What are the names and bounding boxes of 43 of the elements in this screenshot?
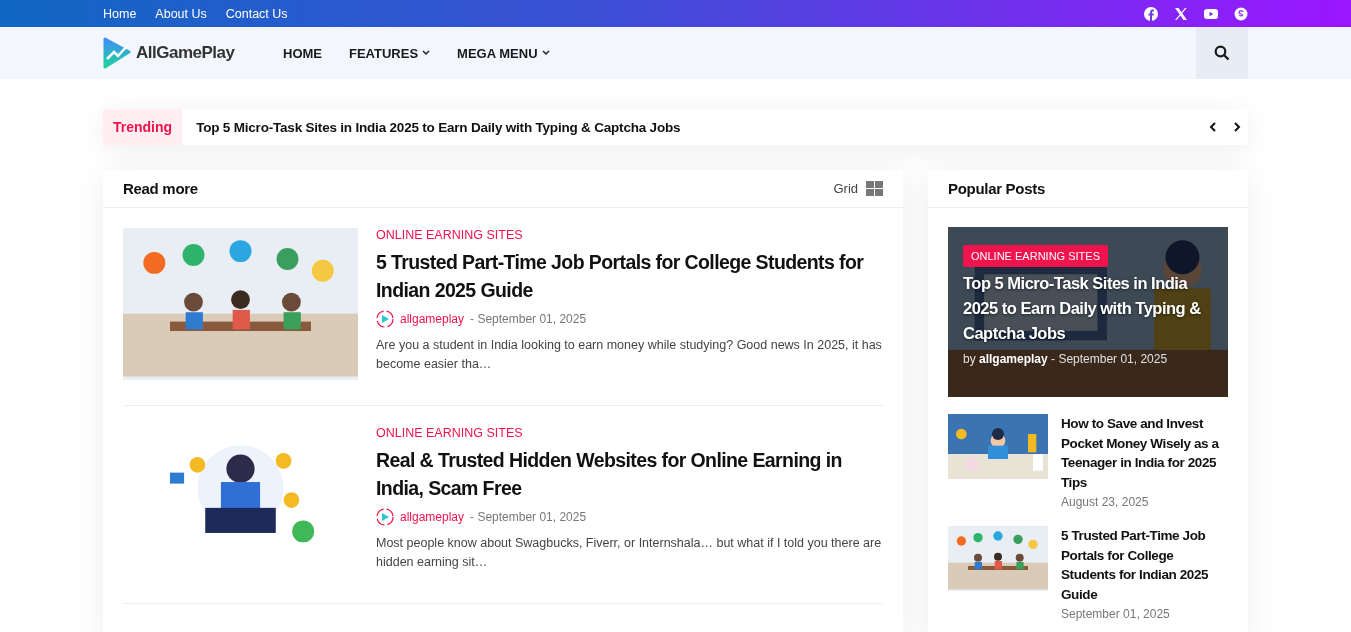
author-link[interactable]: allgameplay: [400, 510, 465, 524]
trending-label: Trending: [103, 109, 183, 145]
nav-item[interactable]: FEATURES: [349, 45, 431, 61]
top-link[interactable]: Home: [103, 6, 137, 21]
post-date: - September 01, 2025: [470, 312, 587, 326]
post-date: - September 01, 2025: [470, 510, 587, 524]
site-logo-text[interactable]: AllGamePlay: [136, 43, 235, 63]
category-link[interactable]: ONLINE EARNING SITES: [376, 228, 883, 242]
top-link[interactable]: Contact Us: [225, 6, 288, 21]
popular-post-title[interactable]: How to Save and Invest Pocket Money Wisely as a Teenager in India for 2025 Tips: [1061, 414, 1228, 492]
caret-icon: [422, 50, 431, 56]
skype-icon[interactable]: [1234, 6, 1248, 21]
featured-post-title[interactable]: Top 5 Micro-Task Sites in India 2025 to Earn Daily with Typing & Captcha Jobs: [963, 271, 1213, 346]
next-icon[interactable]: [1232, 121, 1242, 133]
facebook-icon[interactable]: [1144, 6, 1158, 21]
caret-icon: [541, 50, 550, 56]
view-label[interactable]: Grid: [833, 181, 858, 196]
section-title: Popular Posts: [948, 180, 1045, 197]
post-excerpt: Are you a student in India looking to earn money while studying? Good news In 2025, it has become easier tha…: [376, 337, 883, 373]
author-link[interactable]: allgameplay: [400, 312, 465, 326]
trending-headline[interactable]: Top 5 Micro-Task Sites in India 2025 to Earn Daily with Typing & Captcha Jobs: [196, 119, 1208, 135]
post-date: September 01, 2025: [1061, 607, 1171, 621]
post-title[interactable]: 5 Trusted Part-Time Job Portals for College Students for Indian 2025 Guide: [376, 248, 883, 304]
author-avatar-icon: [376, 310, 394, 328]
x-icon[interactable]: [1174, 6, 1188, 21]
post-excerpt: Most people know about Swagbucks, Fiverr, or Internshala… but what if I told you there are hidden earning sit…: [376, 535, 883, 571]
byline: by allgameplay - September 01, 2025: [963, 352, 1168, 366]
logo-icon[interactable]: [103, 37, 131, 69]
search-icon: [1214, 45, 1230, 61]
author-avatar-icon: [376, 508, 394, 526]
grid-icon[interactable]: [866, 181, 883, 196]
category-link[interactable]: ONLINE EARNING SITES: [376, 426, 883, 440]
youtube-icon[interactable]: [1204, 6, 1218, 21]
post-title[interactable]: Real & Trusted Hidden Websites for Online Earning in India, Scam Free: [376, 446, 883, 502]
post-date: August 23, 2025: [1061, 495, 1150, 509]
search-button[interactable]: [1196, 27, 1248, 79]
popular-post-title[interactable]: 5 Trusted Part-Time Job Portals for College Students for Indian 2025 Guide: [1061, 526, 1228, 604]
nav-item[interactable]: MEGA MENU: [457, 45, 550, 61]
previous-icon[interactable]: [1208, 121, 1218, 133]
nav-item[interactable]: HOME: [283, 45, 322, 61]
section-title: Read more: [123, 180, 198, 197]
top-link[interactable]: About Us: [155, 6, 207, 21]
category-badge[interactable]: ONLINE EARNING SITES: [963, 245, 1108, 267]
